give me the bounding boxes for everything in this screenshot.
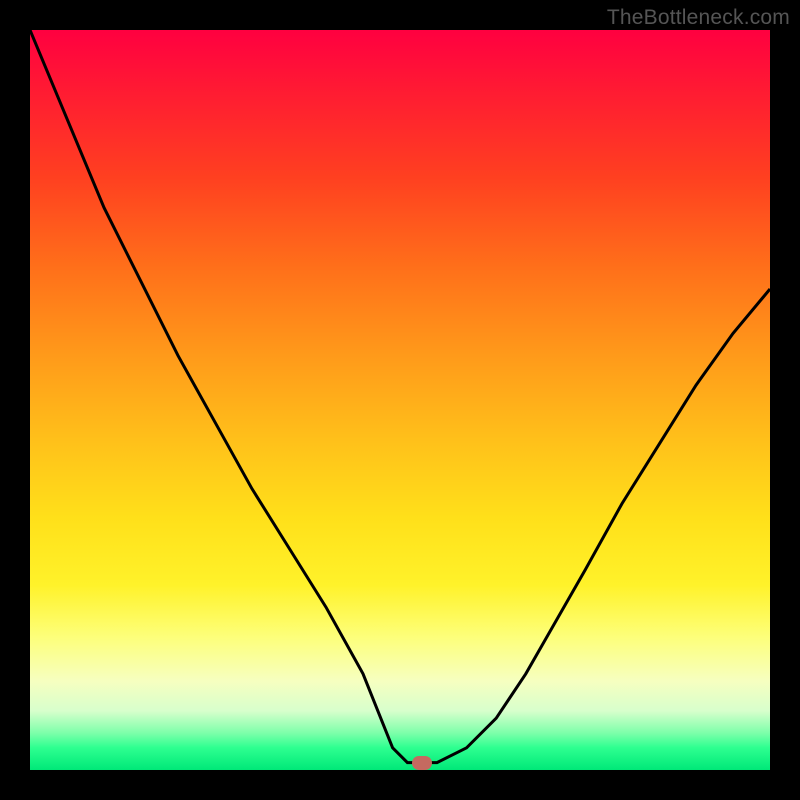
curve-path xyxy=(30,30,770,763)
bottleneck-curve xyxy=(30,30,770,770)
optimum-marker xyxy=(412,756,432,770)
chart-frame: TheBottleneck.com xyxy=(0,0,800,800)
plot-area xyxy=(30,30,770,770)
watermark-text: TheBottleneck.com xyxy=(607,6,790,30)
